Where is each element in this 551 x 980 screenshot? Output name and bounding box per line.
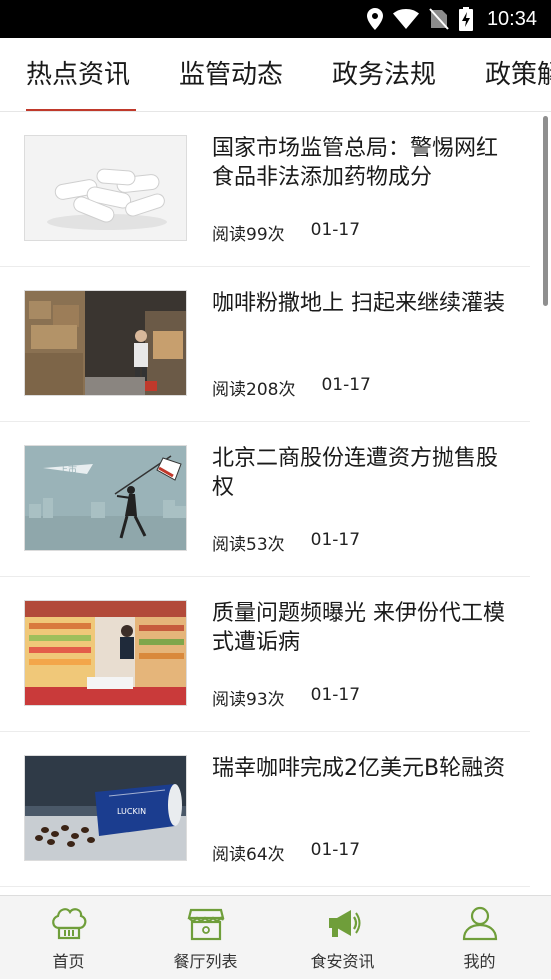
read-count: 阅读208次 bbox=[212, 380, 296, 400]
article-title[interactable]: 瑞幸咖啡完成2亿美元B轮融资 bbox=[212, 754, 517, 783]
svg-text:LUCKIN: LUCKIN bbox=[117, 807, 146, 816]
bottom-navigation: 首页 餐厅列表 食安资讯 我的 bbox=[0, 895, 551, 979]
status-bar: 10:34 bbox=[0, 0, 551, 38]
read-count: 阅读64次 bbox=[212, 845, 285, 865]
article-meta: 阅读99次 01-17 bbox=[212, 220, 360, 245]
battery-charging-icon bbox=[458, 7, 473, 31]
publish-date: 01-17 bbox=[310, 530, 361, 550]
list-item[interactable]: LUCKIN 瑞幸咖啡完成2亿美元B轮融资 阅读64次 01-17 bbox=[0, 732, 530, 887]
list-item[interactable]: 上市 北京二商股份连遭资方抛售股权 阅读53次 01-17 bbox=[0, 422, 530, 577]
warehouse-image bbox=[24, 290, 187, 396]
article-title[interactable]: 国家市场监管总局：警惕网红食品非法添加药物成分 bbox=[212, 134, 517, 192]
storefront-icon bbox=[187, 908, 224, 941]
nav-restaurant-list[interactable]: 餐厅列表 bbox=[137, 896, 274, 980]
nav-restaurant-list-label: 餐厅列表 bbox=[173, 952, 238, 971]
tab-government-regulations[interactable]: 政务法规 bbox=[332, 38, 436, 111]
publish-date: 01-17 bbox=[310, 685, 361, 705]
list-item[interactable]: 国家市场监管总局：警惕网红食品非法添加药物成分 阅读99次 01-17 bbox=[0, 112, 530, 267]
tab-hot-news[interactable]: 热点资讯 bbox=[26, 38, 130, 111]
list-item[interactable]: 质量问题频曝光 来伊份代工模式遭诟病 阅读93次 01-17 bbox=[0, 577, 530, 732]
nav-home-label: 首页 bbox=[52, 952, 85, 971]
list-item[interactable]: 咖啡粉撒地上 扫起来继续灌装 阅读208次 01-17 bbox=[0, 267, 530, 422]
read-count: 阅读99次 bbox=[212, 225, 285, 245]
tab-regulation-updates[interactable]: 监管动态 bbox=[179, 38, 283, 111]
nav-home[interactable]: 首页 bbox=[0, 896, 137, 980]
status-icons: 10:34 bbox=[366, 0, 537, 38]
location-icon bbox=[366, 8, 383, 30]
coffee-cup-image: LUCKIN bbox=[24, 755, 187, 861]
status-time: 10:34 bbox=[486, 7, 537, 30]
svg-text:上市: 上市 bbox=[59, 464, 77, 476]
article-meta: 阅读208次 01-17 bbox=[212, 375, 371, 400]
store-image bbox=[24, 600, 187, 706]
nav-profile-label: 我的 bbox=[463, 952, 496, 971]
nav-profile[interactable]: 我的 bbox=[411, 896, 548, 980]
nav-food-safety-news-label: 食安资讯 bbox=[310, 952, 375, 971]
flag-image: 上市 bbox=[24, 445, 187, 551]
article-list[interactable]: 国家市场监管总局：警惕网红食品非法添加药物成分 阅读99次 01-17 咖啡粉撒… bbox=[0, 112, 551, 895]
tab-policy-interpretation[interactable]: 政策解读 bbox=[485, 38, 551, 111]
nav-food-safety-news[interactable]: 食安资讯 bbox=[274, 896, 411, 980]
person-icon bbox=[462, 906, 497, 941]
article-title[interactable]: 北京二商股份连遭资方抛售股权 bbox=[212, 444, 517, 502]
wifi-icon bbox=[392, 9, 419, 29]
article-title[interactable]: 咖啡粉撒地上 扫起来继续灌装 bbox=[212, 289, 517, 318]
category-tabs: 热点资讯 监管动态 政务法规 政策解读 bbox=[0, 38, 551, 112]
article-meta: 阅读93次 01-17 bbox=[212, 685, 360, 710]
publish-date: 01-17 bbox=[310, 840, 361, 860]
no-sim-icon bbox=[429, 8, 449, 30]
read-count: 阅读53次 bbox=[212, 535, 285, 555]
scrollbar[interactable] bbox=[543, 116, 548, 306]
article-meta: 阅读53次 01-17 bbox=[212, 530, 360, 555]
publish-date: 01-17 bbox=[310, 220, 361, 240]
megaphone-icon bbox=[328, 910, 360, 937]
read-count: 阅读93次 bbox=[212, 690, 285, 710]
chef-hat-icon bbox=[51, 908, 86, 940]
publish-date: 01-17 bbox=[321, 375, 371, 395]
article-title[interactable]: 质量问题频曝光 来伊份代工模式遭诟病 bbox=[212, 599, 517, 657]
article-meta: 阅读64次 01-17 bbox=[212, 840, 360, 865]
capsules-image bbox=[24, 135, 187, 241]
